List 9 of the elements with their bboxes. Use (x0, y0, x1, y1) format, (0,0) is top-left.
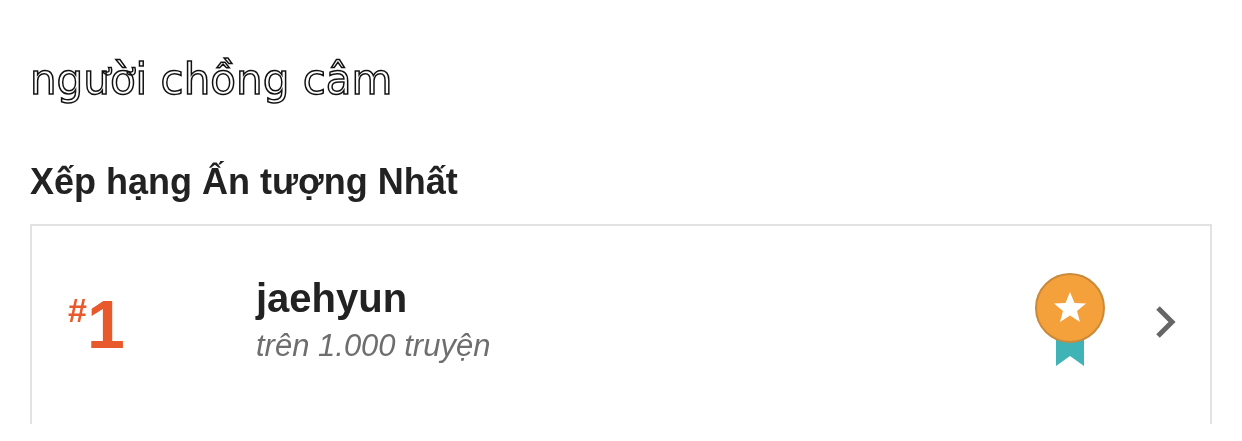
chevron-right-icon (1154, 304, 1178, 340)
section-heading: Xếp hạng Ấn tượng Nhất (30, 161, 458, 202)
ranking-card[interactable]: #1 jaehyun trên 1.000 truyện (30, 224, 1212, 424)
user-name: jaehyun (256, 275, 409, 322)
medal-icon (1034, 272, 1106, 368)
rank-number: 1 (86, 285, 125, 364)
story-title: người chồng câm (30, 55, 393, 104)
story-count: trên 1.000 truyện (256, 327, 492, 365)
rank-prefix: # (68, 290, 87, 329)
